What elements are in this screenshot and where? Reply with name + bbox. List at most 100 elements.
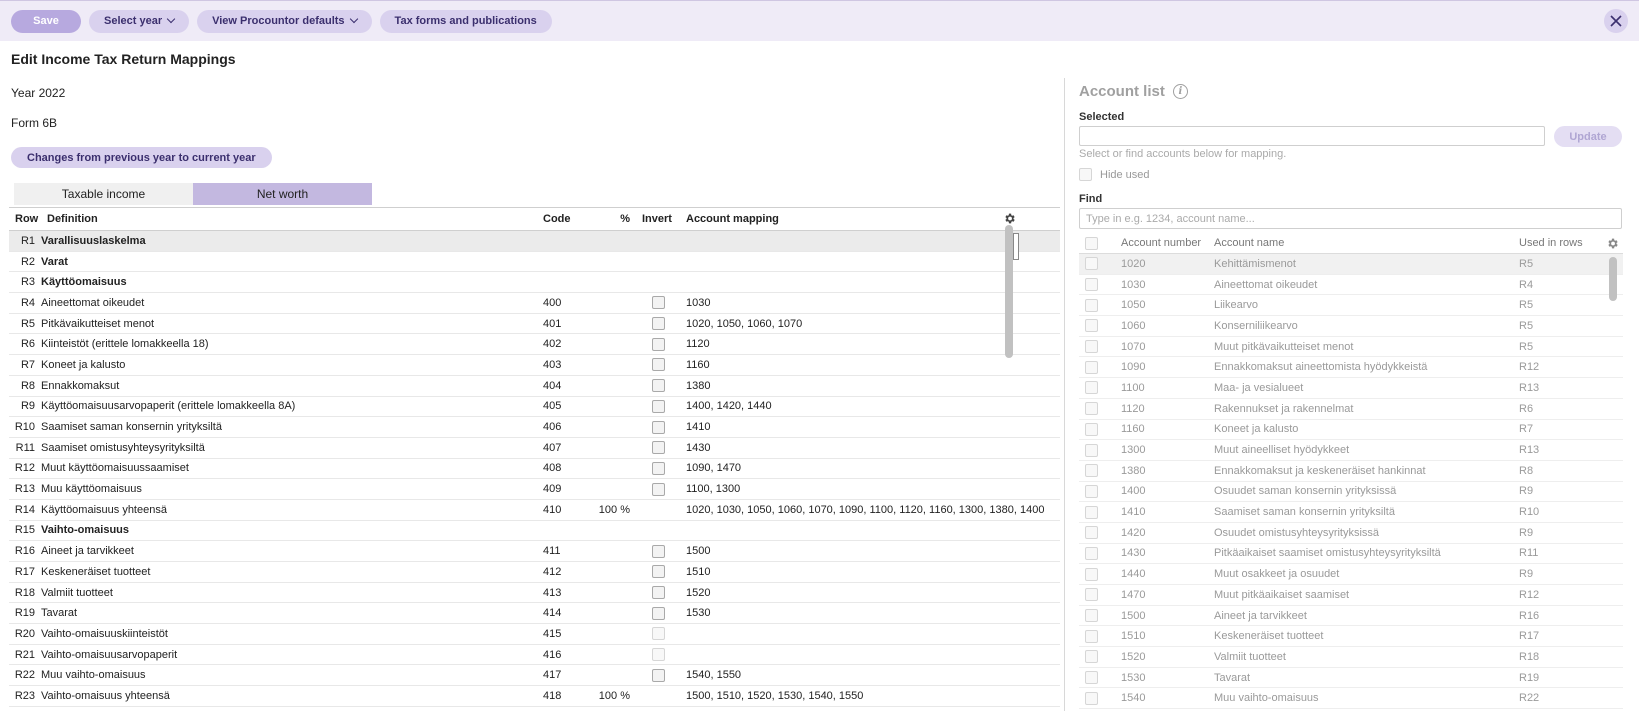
table-row[interactable]: R14 Käyttöomaisuus yhteensä 410 100 % 1020, …: [9, 500, 1060, 521]
account-checkbox[interactable]: [1085, 588, 1098, 602]
invert-checkbox[interactable]: [651, 482, 665, 496]
table-row[interactable]: R18 Valmiit tuotteet 413 1520: [9, 583, 1060, 604]
table-row[interactable]: R4 Aineettomat oikeudet 400 1030: [9, 293, 1060, 314]
table-row[interactable]: R7 Koneet ja kalusto 403 1160: [9, 355, 1060, 376]
account-row[interactable]: 1300 Muut aineelliset hyödykkeet R13: [1079, 440, 1623, 461]
invert-checkbox[interactable]: [651, 544, 665, 558]
invert-checkbox[interactable]: [651, 606, 665, 620]
table-row[interactable]: R22 Muu vaihto-omaisuus 417 1540, 1550: [9, 665, 1060, 687]
account-row[interactable]: 1160 Koneet ja kalusto R7: [1079, 420, 1623, 441]
table-row[interactable]: R6 Kiinteistöt (erittele lomakkeella 18) 4…: [9, 334, 1060, 356]
table-settings-button[interactable]: [1002, 211, 1016, 225]
table-row[interactable]: R5 Pitkävaikutteiset menot 401 1020, 1050, …: [9, 314, 1060, 335]
row-account-mapping[interactable]: 1090, 1470: [680, 462, 1044, 474]
select-all-checkbox[interactable]: [1085, 236, 1098, 250]
invert-checkbox[interactable]: [651, 379, 665, 393]
table-row[interactable]: R17 Keskeneräiset tuotteet 412 1510: [9, 562, 1060, 583]
row-account-mapping[interactable]: 1500: [680, 545, 1044, 557]
account-checkbox[interactable]: [1085, 526, 1098, 540]
account-checkbox[interactable]: [1085, 257, 1098, 271]
row-account-mapping[interactable]: 1530: [680, 607, 1044, 619]
invert-checkbox[interactable]: [651, 296, 665, 310]
account-checkbox[interactable]: [1085, 629, 1098, 643]
row-account-mapping[interactable]: 1500, 1510, 1520, 1530, 1540, 1550: [680, 690, 1044, 702]
account-checkbox[interactable]: [1085, 505, 1098, 519]
table-row[interactable]: R19 Tavarat 414 1530: [9, 603, 1060, 625]
row-account-mapping[interactable]: 1510: [680, 566, 1044, 578]
row-account-mapping[interactable]: 1160: [680, 359, 1044, 371]
resize-handle[interactable]: [1013, 233, 1019, 260]
account-checkbox[interactable]: [1085, 319, 1098, 333]
table-row[interactable]: R9 Käyttöomaisuusarvopaperit (erittele lo…: [9, 397, 1060, 418]
row-account-mapping[interactable]: 1020, 1050, 1060, 1070: [680, 318, 1044, 330]
account-checkbox[interactable]: [1085, 360, 1098, 374]
table-row[interactable]: R21 Vaihto-omaisuusarvopaperit 416: [9, 645, 1060, 666]
account-checkbox[interactable]: [1085, 691, 1098, 705]
row-account-mapping[interactable]: 1380: [680, 380, 1044, 392]
row-account-mapping[interactable]: 1430: [680, 442, 1044, 454]
table-row[interactable]: R16 Aineet ja tarvikkeet 411 1500: [9, 541, 1060, 562]
account-row[interactable]: 1420 Osuudet omistusyhteysyrityksissä R9: [1079, 523, 1623, 544]
invert-checkbox[interactable]: [651, 461, 665, 475]
account-row[interactable]: 1380 Ennakkomaksut ja keskeneräiset hanki…: [1079, 461, 1623, 482]
update-button[interactable]: Update: [1554, 126, 1622, 147]
account-row[interactable]: 1060 Konserniliikearvo R5: [1079, 316, 1623, 337]
invert-checkbox[interactable]: [651, 317, 665, 331]
account-row[interactable]: 1020 Kehittämismenot R5: [1079, 254, 1623, 275]
account-row[interactable]: 1050 Liikearvo R5: [1079, 295, 1623, 317]
table-row[interactable]: R15 Vaihto-omaisuus: [9, 521, 1060, 542]
row-account-mapping[interactable]: 1100, 1300: [680, 483, 1044, 495]
account-checkbox[interactable]: [1085, 298, 1098, 312]
account-checkbox[interactable]: [1085, 402, 1098, 416]
invert-checkbox[interactable]: [651, 399, 665, 413]
account-row[interactable]: 1030 Aineettomat oikeudet R4: [1079, 275, 1623, 296]
account-checkbox[interactable]: [1085, 650, 1098, 664]
account-row[interactable]: 1400 Osuudet saman konsernin yrityksissä R…: [1079, 482, 1623, 503]
selected-accounts-input[interactable]: [1079, 126, 1545, 146]
table-row[interactable]: R8 Ennakkomaksut 404 1380: [9, 376, 1060, 397]
account-row[interactable]: 1410 Saamiset saman konsernin yrityksiltä…: [1079, 502, 1623, 523]
account-checkbox[interactable]: [1085, 443, 1098, 457]
account-checkbox[interactable]: [1085, 609, 1098, 623]
row-account-mapping[interactable]: 1520: [680, 587, 1044, 599]
account-row[interactable]: 1100 Maa- ja vesialueet R13: [1079, 378, 1623, 399]
invert-checkbox[interactable]: [651, 441, 665, 455]
close-button[interactable]: [1604, 9, 1628, 33]
account-row[interactable]: 1510 Keskeneräiset tuotteet R17: [1079, 626, 1623, 648]
account-row[interactable]: 1090 Ennakkomaksut aineettomista hyödykke…: [1079, 357, 1623, 379]
account-row[interactable]: 1530 Tavarat R19: [1079, 668, 1623, 689]
account-checkbox[interactable]: [1085, 381, 1098, 395]
account-row[interactable]: 1500 Aineet ja tarvikkeet R16: [1079, 606, 1623, 627]
invert-checkbox[interactable]: [651, 358, 665, 372]
account-table-settings-button[interactable]: [1605, 236, 1619, 250]
account-row[interactable]: 1440 Muut osakkeet ja osuudet R9: [1079, 564, 1623, 585]
invert-checkbox[interactable]: [651, 420, 665, 434]
account-checkbox[interactable]: [1085, 484, 1098, 498]
row-account-mapping[interactable]: 1410: [680, 421, 1044, 433]
tab-net-worth[interactable]: Net worth: [193, 183, 372, 205]
table-row[interactable]: R20 Vaihto-omaisuuskiinteistöt 415: [9, 624, 1060, 645]
account-checkbox[interactable]: [1085, 546, 1098, 560]
table-row[interactable]: R12 Muut käyttöomaisuussaamiset 408 1090, 1…: [9, 459, 1060, 480]
table-row[interactable]: R3 Käyttöomaisuus: [9, 272, 1060, 294]
tab-taxable-income[interactable]: Taxable income: [14, 183, 193, 205]
account-checkbox[interactable]: [1085, 671, 1098, 685]
account-row[interactable]: 1520 Valmiit tuotteet R18: [1079, 647, 1623, 668]
row-account-mapping[interactable]: 1120: [680, 338, 1044, 350]
account-checkbox[interactable]: [1085, 422, 1098, 436]
invert-checkbox[interactable]: [651, 668, 665, 682]
select-year-button[interactable]: Select year: [89, 9, 190, 33]
hide-used-toggle[interactable]: Hide used: [1079, 168, 1150, 181]
table-row[interactable]: R1 Varallisuuslaskelma: [9, 231, 1060, 252]
table-row[interactable]: R10 Saamiset saman konsernin yrityksiltä 4…: [9, 417, 1060, 438]
row-account-mapping[interactable]: 1020, 1030, 1050, 1060, 1070, 1090, 1100…: [680, 504, 1044, 516]
save-button[interactable]: Save: [11, 9, 81, 33]
find-input[interactable]: Type in e.g. 1234, account name...: [1079, 208, 1622, 229]
invert-checkbox[interactable]: [651, 565, 665, 579]
table-row[interactable]: R13 Muu käyttöomaisuus 409 1100, 1300: [9, 479, 1060, 500]
account-row[interactable]: 1540 Muu vaihto-omaisuus R22: [1079, 688, 1623, 710]
account-checkbox[interactable]: [1085, 567, 1098, 581]
table-row[interactable]: R23 Vaihto-omaisuus yhteensä 418 100 % 1500,…: [9, 686, 1060, 707]
account-row[interactable]: 1470 Muut pitkäaikaiset saamiset R12: [1079, 585, 1623, 606]
changes-button[interactable]: Changes from previous year to current ye…: [11, 147, 272, 168]
